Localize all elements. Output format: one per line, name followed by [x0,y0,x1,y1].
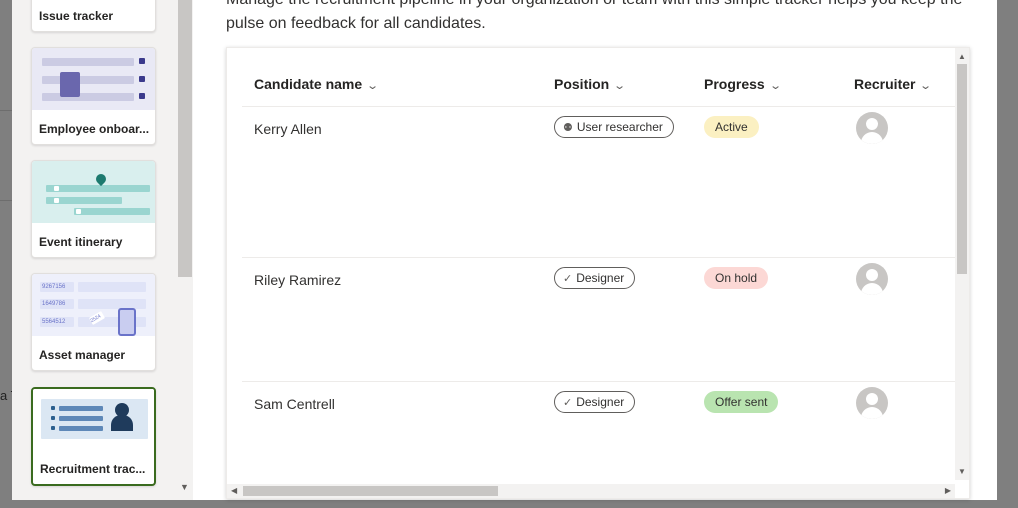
template-dialog: Issue tracker Employee onboar... Event i… [12,0,997,500]
gallery-scrollbar-thumb[interactable] [178,0,192,277]
template-card-issue-tracker[interactable]: Issue tracker [31,0,156,32]
template-card-label: Issue tracker [39,9,114,23]
position-label: User researcher [576,120,663,134]
row-divider [242,381,957,382]
checkmark-icon: ✓ [563,397,573,409]
asset-manager-thumbnail: 9267156 1649786 5564512 2524 [32,274,155,336]
row-divider [242,257,957,258]
background-divider [0,200,12,201]
template-card-employee-onboarding[interactable]: Employee onboar... [31,47,156,145]
scroll-down-arrow-icon[interactable]: ▼ [958,467,966,476]
column-header-label: Candidate name [254,76,363,92]
scroll-right-arrow-icon[interactable]: ▶ [945,486,951,495]
preview-horizontal-scrollbar[interactable]: ◀ ▶ [227,484,955,498]
candidate-name: Kerry Allen [254,121,322,137]
location-pin-icon [93,171,109,187]
status-badge: Active [704,116,759,138]
asset-number: 1649786 [40,299,74,309]
horizontal-scrollbar-thumb[interactable] [243,486,498,496]
column-header-candidate-name[interactable]: Candidate name ⌄ [254,76,380,92]
header-divider [242,106,957,107]
checkmark-icon: ✓ [563,273,573,285]
column-header-progress[interactable]: Progress ⌄ [704,76,782,92]
column-header-position[interactable]: Position ⌄ [554,76,627,92]
scroll-up-arrow-icon[interactable]: ▲ [958,52,966,61]
template-card-label: Recruitment trac... [40,462,146,476]
scroll-down-arrow-icon[interactable]: ▼ [180,482,189,492]
template-card-recruitment-tracker[interactable]: Recruitment trac... [31,387,156,486]
event-itinerary-thumbnail [32,161,155,223]
position-pill: ✓ Designer [554,267,636,289]
employee-onboarding-thumbnail [32,48,155,110]
status-badge: On hold [704,267,769,289]
position-label: Designer [576,395,625,409]
recruitment-tracker-thumbnail [33,389,154,451]
vertical-scrollbar-thumb[interactable] [957,64,967,274]
avatar [856,112,888,144]
template-card-asset-manager[interactable]: 9267156 1649786 5564512 2524 Asset manag… [31,273,156,371]
chevron-down-icon: ⌄ [919,80,933,92]
avatar [856,263,888,295]
phone-icon [118,308,136,336]
column-header-label: Progress [704,76,765,92]
column-header-label: Recruiter [854,76,916,92]
preview-vertical-scrollbar[interactable]: ▲ ▼ [955,48,969,480]
column-header-recruiter[interactable]: Recruiter ⌄ [854,76,933,92]
template-card-label: Event itinerary [39,235,123,249]
candidate-name: Sam Centrell [254,396,335,412]
position-pill: ⚉ User researcher [554,116,674,138]
template-preview: Candidate name ⌄ Position ⌄ Progress ⌄ Recr… [226,47,970,499]
template-gallery: Issue tracker Employee onboar... Event i… [12,0,193,500]
template-description: Manage the recruitment pipeline in your … [226,0,962,32]
status-badge: Offer sent [704,391,779,413]
asset-number: 5564512 [40,317,74,327]
candidate-name: Riley Ramirez [254,272,342,288]
background-divider [0,110,12,111]
position-label: Designer [576,271,625,285]
chevron-down-icon: ⌄ [768,80,782,92]
template-card-label: Employee onboar... [39,122,150,136]
position-pill: ✓ Designer [554,391,636,413]
person-search-icon: ⚉ [563,122,573,134]
clipboard-icon [60,72,80,97]
template-card-label: Asset manager [39,348,126,362]
avatar [856,387,888,419]
column-header-label: Position [554,76,610,92]
template-card-event-itinerary[interactable]: Event itinerary [31,160,156,258]
asset-number: 9267156 [40,282,74,292]
scroll-left-arrow-icon[interactable]: ◀ [231,486,237,495]
gallery-scrollbar[interactable]: ▼ [178,0,192,500]
chevron-down-icon: ⌄ [366,80,380,92]
chevron-down-icon: ⌄ [613,80,627,92]
